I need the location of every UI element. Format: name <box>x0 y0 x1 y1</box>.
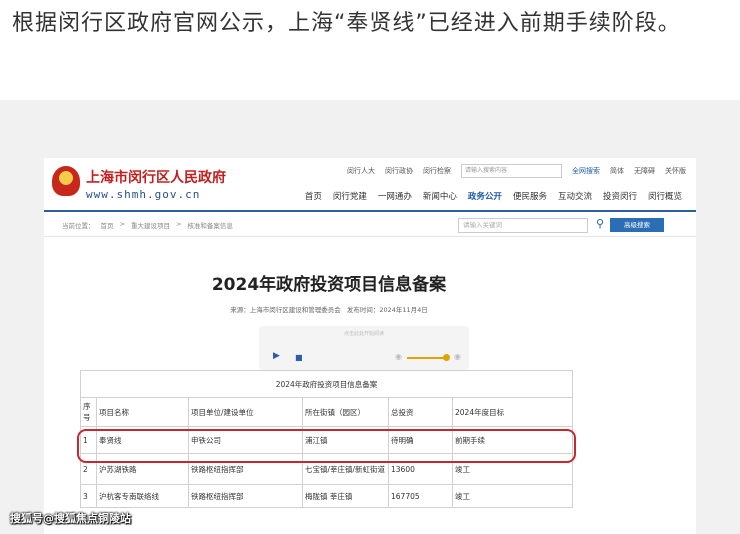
nav-investment[interactable]: 投资闵行 <box>603 190 637 202</box>
play-icon[interactable]: ▶ <box>273 351 280 361</box>
top-link-zhengxie[interactable]: 闵行政协 <box>385 166 413 176</box>
breadcrumb-sep: > <box>119 220 125 228</box>
volume-high-icon: ◉ <box>454 352 461 361</box>
header-cell: 总投资 <box>388 397 453 427</box>
table-header-row: 序号 项目名称 项目单位/建设单位 所在街镇（园区） 总投资 2024年度目标 <box>80 397 573 427</box>
site-header: 上海市闵行区人民政府 www.shmh.gov.cn 闵行人大 闵行政协 闵行检… <box>44 158 696 212</box>
article-date: 发布时间：2024年11月4日 <box>346 306 428 314</box>
nav-home[interactable]: 首页 <box>305 190 322 202</box>
national-emblem-icon <box>52 166 80 196</box>
table-cell: 167705 <box>388 484 453 508</box>
advanced-search-button[interactable]: 高级搜索 <box>610 218 664 232</box>
care-mode-link[interactable]: 关怀版 <box>665 166 686 176</box>
accessible-link[interactable]: 无障碍 <box>634 166 655 176</box>
table-cell: 3 <box>80 484 97 508</box>
nav-government-affairs[interactable]: 政务公开 <box>468 190 502 202</box>
full-search-link[interactable]: 全网搜索 <box>572 166 600 176</box>
header-cell: 序号 <box>80 397 97 427</box>
top-links: 闵行人大 闵行政协 闵行检察 请输入搜索内容 全网搜索 简体 无障碍 关怀版 <box>347 164 686 178</box>
header-cell: 项目单位/建设单位 <box>188 397 303 427</box>
nav-news[interactable]: 新闻中心 <box>423 190 457 202</box>
nav-interaction[interactable]: 互动交流 <box>558 190 592 202</box>
table-cell: 竣工 <box>452 484 573 508</box>
player-label: 点击此处开始阅读 <box>343 331 384 337</box>
table-cell: 铁路枢纽指挥部 <box>188 484 303 508</box>
watermark: 搜狐号@搜狐焦点铜陵站 <box>10 512 131 525</box>
page-title: 2024年政府投资项目信息备案 <box>211 275 447 295</box>
language-select[interactable]: 简体 <box>610 166 624 176</box>
top-link-jiancha[interactable]: 闵行检察 <box>423 166 451 176</box>
breadcrumb: 当前位置： 首页 > 重大建设项目 > 核准和备案信息 <box>62 220 233 230</box>
breadcrumb-sep: > <box>175 220 182 228</box>
site-url: www.shmh.gov.cn <box>86 188 201 201</box>
table-caption: 2024年政府投资项目信息备案 <box>80 370 573 398</box>
table-cell: 沪杭客专南联络线 <box>96 484 189 508</box>
nav-public-service[interactable]: 便民服务 <box>513 190 547 202</box>
nav-services[interactable]: 一网通办 <box>378 190 412 202</box>
top-link-renda[interactable]: 闵行人大 <box>347 166 375 176</box>
volume-slider-handle[interactable] <box>443 354 450 361</box>
breadcrumb-home[interactable]: 首页 <box>101 220 114 230</box>
volume-low-icon: ◉ <box>395 352 402 361</box>
breadcrumb-major-projects[interactable]: 重大建设项目 <box>131 220 170 230</box>
article-meta: 来源：上海市闵行区建设和管理委员会 发布时间：2024年11月4日 <box>44 304 614 314</box>
highlight-box <box>77 429 576 463</box>
breadcrumb-bar: 当前位置： 首页 > 重大建设项目 > 核准和备案信息 请输入关键词 ⚲ 高级搜… <box>44 214 696 237</box>
volume-slider-track[interactable] <box>407 357 445 359</box>
breadcrumb-approval-info[interactable]: 核准和备案信息 <box>187 220 233 230</box>
header-cell: 2024年度目标 <box>452 397 573 427</box>
keyword-search-input[interactable]: 请输入关键词 <box>458 218 588 233</box>
audio-player: 点击此处开始阅读 ▶ ■ ◉ ◉ <box>259 326 469 370</box>
article-caption: 根据闵行区政府官网公示，上海“奉贤线”已经进入前期手续阶段。 <box>12 11 681 36</box>
article-source: 来源：上海市闵行区建设和管理委员会 <box>230 306 341 314</box>
nav-party[interactable]: 闵行党建 <box>333 190 367 202</box>
main-nav: 首页 闵行党建 一网通办 新闻中心 政务公开 便民服务 互动交流 投资闵行 闵行… <box>305 190 682 202</box>
stop-icon[interactable]: ■ <box>295 353 303 362</box>
header-cell: 所在街镇（园区） <box>302 397 389 427</box>
government-webpage: 上海市闵行区人民政府 www.shmh.gov.cn 闵行人大 闵行政协 闵行检… <box>44 158 696 534</box>
nav-overview[interactable]: 闵行概览 <box>648 190 682 202</box>
site-name[interactable]: 上海市闵行区人民政府 <box>86 167 226 187</box>
breadcrumb-label: 当前位置： <box>62 222 95 230</box>
search-icon[interactable]: ⚲ <box>596 217 604 230</box>
table-row: 3 沪杭客专南联络线 铁路枢纽指挥部 梅陇镇 莘庄镇 167705 竣工 <box>80 484 573 508</box>
table-cell: 梅陇镇 莘庄镇 <box>302 484 389 508</box>
top-search-input[interactable]: 请输入搜索内容 <box>461 164 562 178</box>
screenshot-frame: 上海市闵行区人民政府 www.shmh.gov.cn 闵行人大 闵行政协 闵行检… <box>0 100 740 534</box>
header-cell: 项目名称 <box>96 397 189 427</box>
